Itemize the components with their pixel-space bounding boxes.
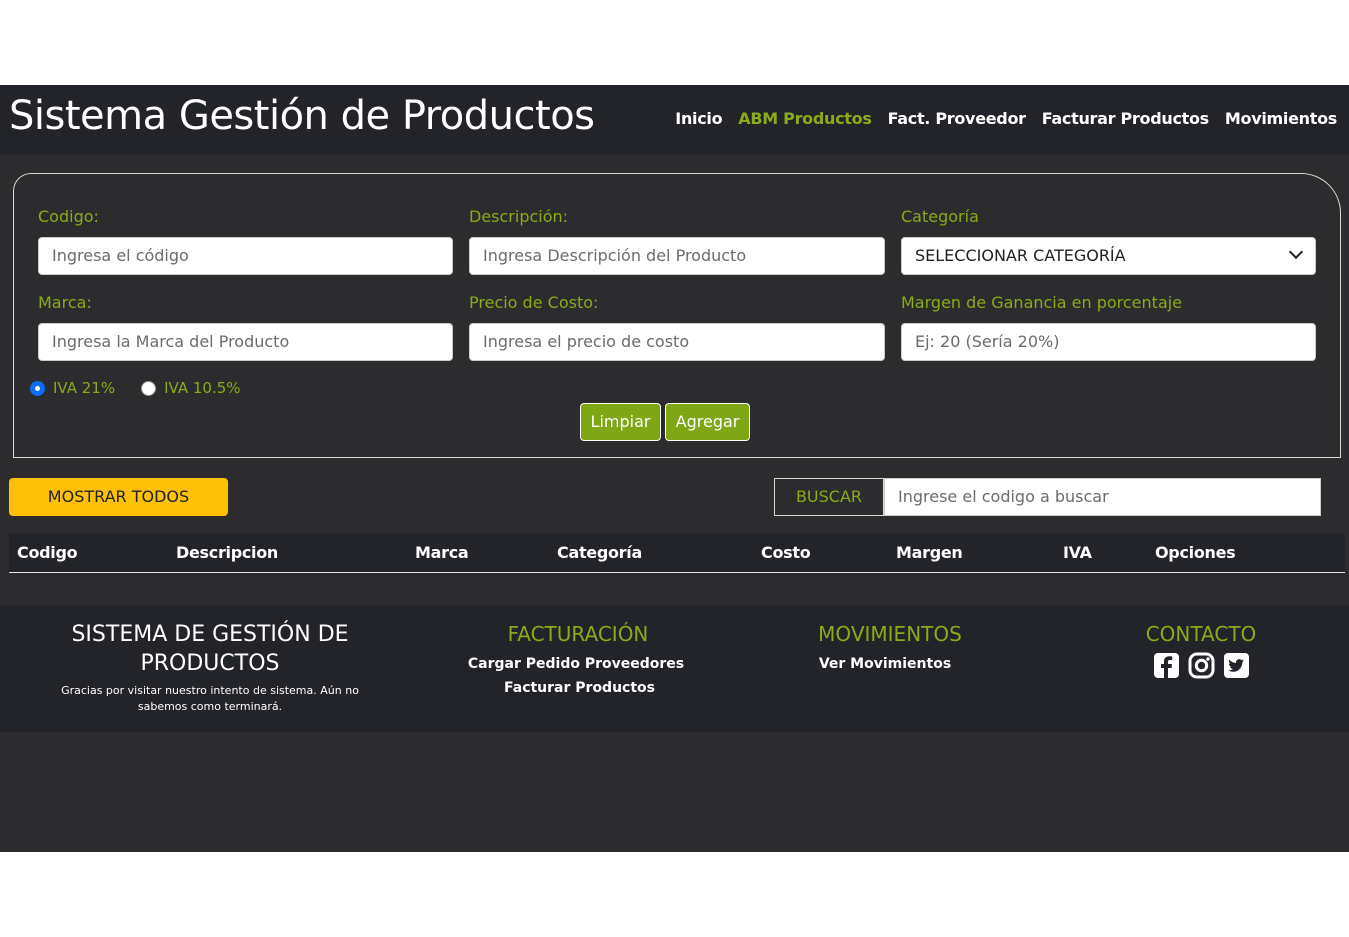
footer-contacto-heading: CONTACTO bbox=[1145, 622, 1257, 646]
iva-105-label: IVA 10.5% bbox=[164, 379, 241, 397]
table-header: Codigo Descripcion Marca Categoría Costo… bbox=[9, 533, 1345, 573]
col-descripcion: Descripcion bbox=[176, 543, 279, 562]
marca-label: Marca: bbox=[38, 293, 92, 312]
descripcion-label: Descripción: bbox=[469, 207, 569, 226]
categoria-label: Categoría bbox=[901, 207, 979, 226]
margen-input[interactable]: Ej: 20 (Sería 20%) bbox=[901, 323, 1316, 361]
footer-link-cargar-pedido[interactable]: Cargar Pedido Proveedores bbox=[438, 656, 714, 672]
col-codigo: Codigo bbox=[17, 543, 78, 562]
col-opciones: Opciones bbox=[1155, 543, 1236, 562]
search-input[interactable]: Ingrese el codigo a buscar bbox=[884, 478, 1321, 516]
nav-abm-productos[interactable]: ABM Productos bbox=[738, 109, 872, 128]
navbar: Sistema Gestión de Productos Inicio ABM … bbox=[0, 85, 1349, 155]
brand-title: Sistema Gestión de Productos bbox=[9, 93, 595, 139]
twitter-icon[interactable] bbox=[1223, 652, 1250, 679]
agregar-button[interactable]: Agregar bbox=[665, 403, 750, 441]
nav-links: Inicio ABM Productos Fact. Proveedor Fac… bbox=[675, 109, 1337, 128]
footer: SISTEMA DE GESTIÓN DE PRODUCTOS Gracias … bbox=[0, 605, 1349, 732]
chevron-down-icon bbox=[1288, 244, 1304, 260]
descripcion-input[interactable]: Ingresa Descripción del Producto bbox=[469, 237, 885, 275]
mostrar-todos-button[interactable]: MOSTRAR TODOS bbox=[9, 478, 228, 516]
footer-subtitle: Gracias por visitar nuestro intento de s… bbox=[61, 684, 359, 713]
margen-label: Margen de Ganancia en porcentaje bbox=[901, 293, 1183, 312]
facebook-icon[interactable] bbox=[1153, 652, 1180, 679]
codigo-label: Codigo: bbox=[38, 207, 99, 226]
col-categoria: Categoría bbox=[557, 543, 642, 562]
nav-inicio[interactable]: Inicio bbox=[675, 109, 722, 128]
footer-facturacion-heading: FACTURACIÓN bbox=[507, 622, 649, 646]
col-margen: Margen bbox=[896, 543, 963, 562]
iva-radio-group: IVA 21% IVA 10.5% bbox=[30, 379, 267, 397]
precio-label: Precio de Costo: bbox=[469, 293, 599, 312]
col-costo: Costo bbox=[761, 543, 811, 562]
col-marca: Marca bbox=[415, 543, 469, 562]
categoria-select[interactable]: SELECCIONAR CATEGORÍA bbox=[901, 237, 1316, 275]
iva-21-label: IVA 21% bbox=[53, 379, 116, 397]
footer-title: SISTEMA DE GESTIÓN DE PRODUCTOS bbox=[71, 622, 349, 676]
codigo-input[interactable]: Ingresa el código bbox=[38, 237, 453, 275]
nav-movimientos[interactable]: Movimientos bbox=[1225, 109, 1337, 128]
limpiar-button[interactable]: Limpiar bbox=[580, 403, 661, 441]
categoria-select-value: SELECCIONAR CATEGORÍA bbox=[915, 246, 1126, 265]
footer-link-ver-movimientos[interactable]: Ver Movimientos bbox=[785, 656, 985, 672]
buscar-button[interactable]: BUSCAR bbox=[774, 478, 884, 516]
footer-movimientos-heading: MOVIMIENTOS bbox=[818, 622, 962, 646]
nav-facturar-productos[interactable]: Facturar Productos bbox=[1042, 109, 1209, 128]
marca-input[interactable]: Ingresa la Marca del Producto bbox=[38, 323, 453, 361]
nav-fact-proveedor[interactable]: Fact. Proveedor bbox=[888, 109, 1026, 128]
iva-105-radio[interactable] bbox=[141, 380, 157, 396]
instagram-icon[interactable] bbox=[1188, 652, 1215, 679]
iva-21-radio[interactable] bbox=[30, 380, 45, 396]
app-container: Sistema Gestión de Productos Inicio ABM … bbox=[0, 85, 1349, 852]
social-icons bbox=[1153, 652, 1250, 679]
col-iva: IVA bbox=[1063, 543, 1092, 562]
precio-input[interactable]: Ingresa el precio de costo bbox=[469, 323, 885, 361]
footer-link-facturar[interactable]: Facturar Productos bbox=[438, 680, 721, 696]
